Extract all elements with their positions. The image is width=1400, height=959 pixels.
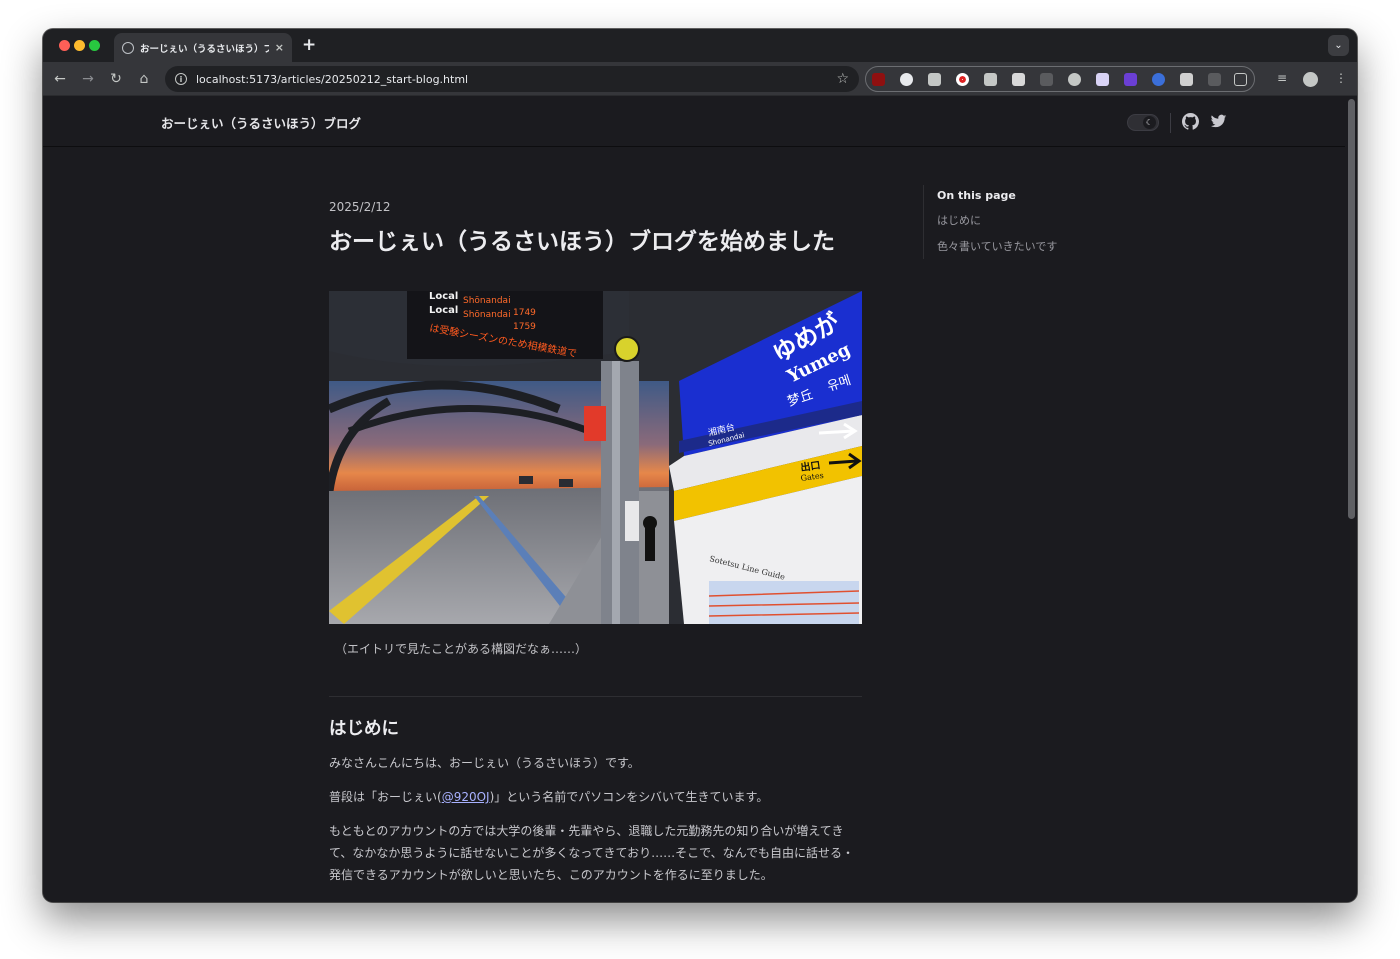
reading-list-icon[interactable]: ≡: [1277, 71, 1287, 85]
toc-title: On this page: [937, 189, 1016, 202]
board-line1-dest: Shōnandai: [463, 296, 511, 306]
menu-icon[interactable]: ⋮: [1335, 71, 1347, 85]
globe-icon: [122, 41, 134, 54]
close-window-button[interactable]: [59, 40, 70, 51]
page-content: おーじぇい（うるさいほう）ブログ ☾ 2025/2/12 おーじぇい（うるさいほ…: [43, 97, 1357, 902]
table-of-contents: On this page はじめに 色々書いていきたいです: [923, 185, 1123, 259]
paragraph: 普段は「おーじぇい(@920OJ)」という名前でパソコンをシバいて生きています。: [329, 786, 863, 808]
extension-icon[interactable]: [984, 73, 997, 86]
browser-toolbar: ← → ↻ ⌂ i localhost:5173/articles/202502…: [43, 62, 1357, 96]
paragraph-text: 普段は「おーじぇい(: [329, 790, 442, 804]
new-tab-button[interactable]: +: [302, 35, 316, 55]
browser-tab[interactable]: おーじぇい（うるさいほう）ブロ ×: [114, 33, 292, 62]
toc-link[interactable]: 色々書いていきたいです: [937, 238, 1123, 254]
extension-icon[interactable]: [1012, 73, 1025, 86]
extension-icon[interactable]: [928, 73, 941, 86]
record-icon[interactable]: [956, 73, 969, 86]
zoom-window-button[interactable]: [89, 40, 100, 51]
extension-icon[interactable]: [1124, 73, 1137, 86]
reload-icon[interactable]: ↻: [107, 70, 125, 88]
eyedropper-icon[interactable]: [1180, 73, 1193, 86]
tab-title: おーじぇい（うるさいほう）ブロ: [140, 43, 269, 55]
twitter-icon[interactable]: [1210, 113, 1227, 130]
tab-bar: おーじぇい（うるさいほう）ブロ × + ⌄: [43, 29, 1357, 62]
info-icon[interactable]: i: [175, 73, 187, 85]
hero-photo: Local Local Shōnandai Shōnandai 1749 175…: [329, 291, 862, 624]
paragraph: みなさんこんにちは、おーじぇい（うるさいほう）です。: [329, 756, 640, 770]
avatar[interactable]: [1303, 72, 1318, 87]
password-icon[interactable]: [1152, 73, 1165, 86]
paragraph-text: )」という名前でパソコンをシバいて生きています。: [489, 790, 769, 804]
react-icon[interactable]: [1068, 73, 1081, 86]
nav-divider: [1170, 113, 1171, 133]
extension-icon[interactable]: [1040, 73, 1053, 86]
board-line2-time: 1759: [513, 322, 536, 332]
extensions-group: [865, 66, 1255, 92]
tab-search-icon[interactable]: ⌄: [1328, 35, 1349, 56]
twitter-handle-link[interactable]: @920OJ: [442, 790, 490, 804]
github-icon[interactable]: [1182, 113, 1199, 130]
paragraph: もともとのアカウントの方では大学の後輩・先輩やら、退職した元勤務先の知り合いが増…: [329, 824, 855, 882]
minimize-window-button[interactable]: [74, 40, 85, 51]
section-heading: はじめに: [329, 719, 399, 739]
board-line1-time: 1749: [513, 308, 536, 318]
scrollbar[interactable]: [1348, 99, 1355, 519]
address-bar[interactable]: i localhost:5173/articles/20250212_start…: [165, 66, 859, 92]
section-divider: [329, 696, 862, 697]
tab-close-icon[interactable]: ×: [275, 41, 284, 54]
ublock-icon[interactable]: [872, 73, 885, 86]
extension-icon[interactable]: [1208, 73, 1221, 86]
home-icon[interactable]: ⌂: [135, 70, 153, 88]
site-brand[interactable]: おーじぇい（うるさいほう）ブログ: [161, 113, 361, 132]
back-icon[interactable]: ←: [51, 70, 69, 88]
board-line2-type: Local: [429, 305, 458, 316]
extensions-icon[interactable]: [1234, 73, 1247, 86]
extension-icon[interactable]: [1096, 73, 1109, 86]
article-date: 2025/2/12: [329, 200, 391, 214]
image-caption: （エイトリで見たことがある構図だなぁ……）: [335, 642, 588, 656]
toc-link[interactable]: はじめに: [937, 212, 1123, 228]
site-header: おーじぇい（うるさいほう）ブログ ☾: [43, 97, 1345, 147]
browser-window: おーじぇい（うるさいほう）ブロ × + ⌄ ← → ↻ ⌂ i localhos…: [43, 29, 1357, 902]
forward-icon[interactable]: →: [79, 70, 97, 88]
board-line2-dest: Shōnandai: [463, 310, 511, 320]
article-title: おーじぇい（うるさいほう）ブログを始めました: [329, 229, 835, 255]
moon-icon: ☾: [1143, 116, 1156, 129]
url-text[interactable]: localhost:5173/articles/20250212_start-b…: [196, 73, 836, 86]
star-icon[interactable]: ☆: [836, 71, 849, 87]
extension-icon[interactable]: [900, 73, 913, 86]
board-line1-type: Local: [429, 291, 458, 302]
theme-toggle[interactable]: ☾: [1127, 114, 1159, 131]
